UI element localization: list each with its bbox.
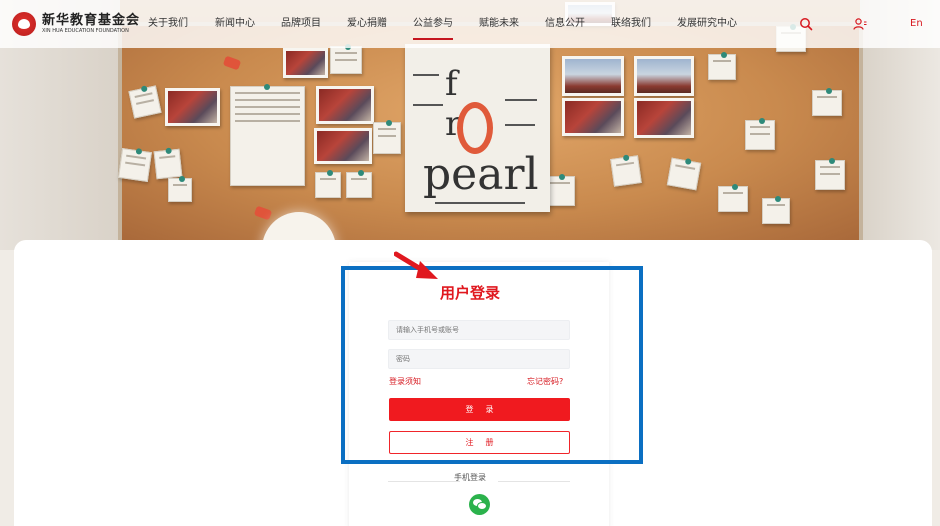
top-nav-bar: 新华教育基金会 XIN HUA EDUCATION FOUNDATION 关于我… [0, 0, 940, 48]
poster-line2: pearl [423, 149, 539, 200]
nav-contact[interactable]: 联络我们 [611, 0, 651, 48]
board-photo [283, 48, 328, 78]
poster-scrawl [435, 202, 525, 204]
poster-scrawl [505, 124, 535, 126]
nav-donate[interactable]: 爱心捐赠 [347, 0, 387, 48]
poster-scrawl [505, 99, 537, 101]
nav-about[interactable]: 关于我们 [148, 0, 188, 48]
alt-login-label: 手机登录 [454, 473, 486, 482]
logo-name-en: XIN HUA EDUCATION FOUNDATION [42, 28, 129, 34]
logo-name-cn: 新华教育基金会 [42, 13, 141, 28]
nav-brand-projects[interactable]: 品牌项目 [281, 0, 321, 48]
board-note [708, 52, 736, 80]
board-photo [314, 128, 372, 164]
wechat-icon[interactable] [469, 494, 490, 515]
board-note [346, 170, 372, 198]
poster-knot-icon [457, 102, 493, 154]
board-photo [316, 86, 374, 124]
board-photo [165, 88, 220, 126]
board-note [153, 147, 183, 180]
board-note [315, 170, 341, 198]
board-note [666, 157, 702, 191]
board-photo [562, 98, 624, 136]
board-photo [634, 98, 694, 138]
poster-scrawl [413, 74, 439, 76]
annotation-arrow-icon [394, 251, 438, 279]
board-note [168, 176, 192, 202]
logo-text: 新华教育基金会 XIN HUA EDUCATION FOUNDATION [42, 13, 140, 35]
annotation-highlight-box [341, 266, 643, 464]
board-photo [634, 56, 694, 96]
board-note [762, 196, 790, 224]
pearl-poster: f r pearl [405, 44, 550, 212]
board-photo [562, 56, 624, 96]
nav-empower-future[interactable]: 赋能未来 [479, 0, 519, 48]
board-note [128, 85, 162, 119]
board-note [745, 118, 775, 150]
search-icon[interactable] [796, 14, 816, 34]
board-note [610, 154, 642, 187]
foundation-logo[interactable]: 新华教育基金会 XIN HUA EDUCATION FOUNDATION [12, 12, 140, 36]
heart-logo-icon [12, 12, 36, 36]
nav-disclosure[interactable]: 信息公开 [545, 0, 585, 48]
board-note [230, 84, 305, 186]
language-switch[interactable]: En [910, 14, 923, 34]
board-note [330, 44, 362, 74]
board-note [718, 184, 748, 212]
board-note [815, 158, 845, 190]
page: f r pearl 新华教育基金会 XIN HUA EDUCATION FOUN… [0, 0, 940, 526]
board-note [118, 147, 152, 182]
user-icon[interactable] [850, 14, 870, 34]
board-note [373, 120, 401, 154]
nav-public-participation[interactable]: 公益参与 [413, 0, 453, 48]
nav-news[interactable]: 新闻中心 [215, 0, 255, 48]
poster-scrawl [413, 104, 443, 106]
board-note [812, 88, 842, 116]
nav-research-center[interactable]: 发展研究中心 [677, 0, 737, 48]
